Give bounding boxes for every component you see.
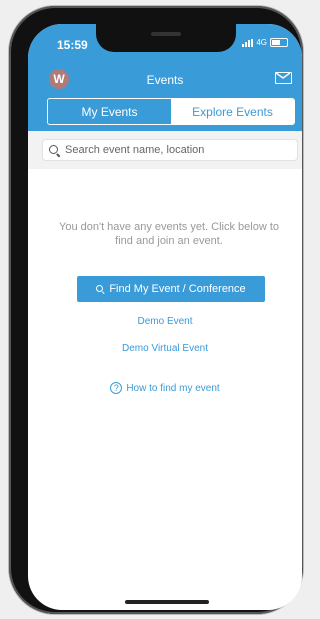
battery-icon [270, 38, 288, 47]
find-event-button-label: Find My Event / Conference [109, 283, 246, 295]
speaker-grille [151, 32, 181, 36]
tab-my-events[interactable]: My Events [48, 99, 171, 124]
home-indicator[interactable] [125, 600, 209, 604]
status-indicators: 4G [242, 38, 288, 47]
empty-state-message: You don't have any events yet. Click bel… [59, 221, 279, 247]
search-placeholder: Search event name, location [65, 144, 205, 156]
demo-event-link[interactable]: Demo Event [28, 316, 302, 327]
search-input[interactable]: Search event name, location [42, 139, 298, 161]
phone-frame: 15:59 4G W Events My Events Explore Even… [9, 6, 303, 614]
help-link[interactable]: ? How to find my event [28, 382, 302, 394]
search-icon [96, 284, 105, 294]
help-link-label: How to find my event [126, 382, 220, 394]
app-screen: 15:59 4G W Events My Events Explore Even… [28, 24, 302, 610]
mail-icon[interactable] [275, 72, 292, 84]
demo-virtual-event-link[interactable]: Demo Virtual Event [28, 343, 302, 354]
find-event-button[interactable]: Find My Event / Conference [77, 276, 265, 302]
network-type: 4G [256, 38, 267, 47]
signal-icon [242, 38, 254, 47]
tab-explore-events[interactable]: Explore Events [171, 99, 294, 124]
search-bar-container: Search event name, location [28, 131, 302, 169]
help-icon: ? [110, 382, 123, 394]
event-tabs: My Events Explore Events [47, 98, 295, 125]
phone-notch [96, 24, 236, 52]
page-title: Events [146, 73, 184, 87]
status-time: 15:59 [57, 38, 88, 52]
search-icon [49, 144, 60, 156]
